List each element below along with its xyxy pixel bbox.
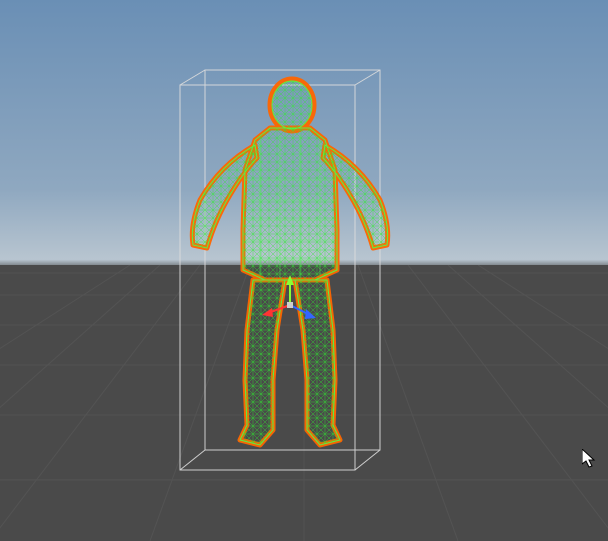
ground-grid [0,265,608,541]
mouse-cursor [582,449,598,469]
scene-viewport[interactable] [0,0,608,541]
